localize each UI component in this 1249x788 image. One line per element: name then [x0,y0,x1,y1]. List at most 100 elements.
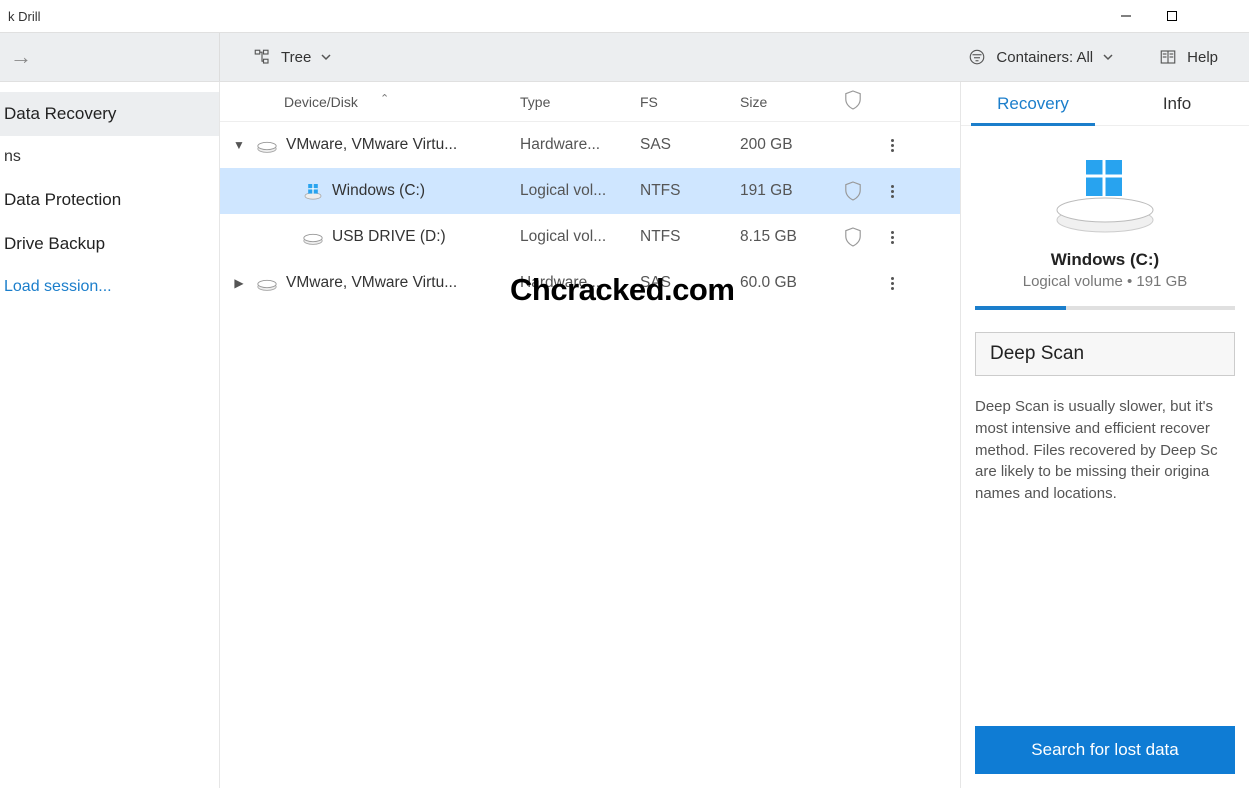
kebab-icon [891,139,894,152]
help-button[interactable]: Help [1146,41,1231,73]
window-title: k Drill [8,9,41,24]
row-menu-button[interactable] [876,231,908,244]
volume-title: Windows (C:) [975,250,1235,270]
sidebar-item-label: ns [4,148,21,165]
cell-size: 60.0 GB [740,274,830,292]
disk-icon [302,230,324,244]
shield-icon [844,227,862,247]
chevron-down-icon [1103,52,1113,62]
tab-label: Info [1163,94,1191,114]
view-mode-label: Tree [281,49,311,66]
toolbar-right: Help [1146,33,1249,81]
col-header-type[interactable]: Type [520,94,640,110]
device-name: VMware, VMware Virtu... [286,136,457,154]
sidebar-item-label: Data Protection [4,190,121,209]
cell-size: 200 GB [740,136,830,154]
titlebar: k Drill [0,0,1249,32]
cell-fs: SAS [640,136,740,154]
help-label: Help [1187,49,1218,66]
cell-device: ▼ VMware, VMware Virtu... [220,136,520,154]
volume-subtitle: Logical volume • 191 GB [975,273,1235,290]
watermark-text: Chcracked.com [510,272,734,308]
help-icon [1159,48,1177,66]
table-row[interactable]: ▼ VMware, VMware Virtu... Hardware...SAS20… [220,122,960,168]
link-label: Load session... [4,278,112,295]
minimize-button[interactable] [1103,0,1149,32]
disk-icon [256,138,278,152]
col-header-shield[interactable] [830,90,876,113]
cell-type: Logical vol... [520,182,640,200]
kebab-icon [891,277,894,290]
usage-bar [975,306,1235,310]
table-row[interactable]: USB DRIVE (D:) Logical vol...NTFS8.15 GB [220,214,960,260]
device-name: USB DRIVE (D:) [332,228,446,246]
cell-shield [830,227,876,247]
device-name: VMware, VMware Virtu... [286,274,457,292]
col-header-fs[interactable]: FS [640,94,740,110]
tab-recovery[interactable]: Recovery [961,82,1105,125]
cell-fs: NTFS [640,228,740,246]
shield-icon [844,90,862,110]
scan-type-selector[interactable]: Deep Scan [975,332,1235,376]
cell-size: 191 GB [740,182,830,200]
workspace: Data Recovery ns Data Protection Drive B… [0,82,1249,788]
cell-size: 8.15 GB [740,228,830,246]
device-list-panel: ⌃ Device/Disk Type FS Size ▼ VMware, VMwa… [220,82,961,788]
sidebar-load-session-link[interactable]: Load session... [0,266,219,308]
col-header-size[interactable]: Size [740,94,830,110]
cell-device: ▶ VMware, VMware Virtu... [220,274,520,292]
toolbar: → Tree Containers: All Help [0,32,1249,82]
sidebar-item-data-recovery[interactable]: Data Recovery [0,92,219,136]
cell-type: Hardware... [520,136,640,154]
right-tabs: Recovery Info [961,82,1249,126]
cell-type: Logical vol... [520,228,640,246]
search-button[interactable]: Search for lost data [975,726,1235,774]
col-header-device[interactable]: ⌃ Device/Disk [220,94,520,110]
col-header-label: FS [640,94,658,110]
search-button-label: Search for lost data [1031,740,1178,759]
col-header-label: Type [520,94,550,110]
shield-icon [844,181,862,201]
volume-illustration [975,150,1235,240]
kebab-icon [891,231,894,244]
maximize-button[interactable] [1149,0,1195,32]
expand-toggle-icon[interactable]: ▼ [230,138,248,152]
view-mode-button[interactable]: Tree [240,41,344,73]
sidebar-item-label: Data Recovery [4,104,116,123]
sidebar-item-label: Drive Backup [4,234,105,253]
sidebar-item-ns[interactable]: ns [0,136,219,178]
table-header: ⌃ Device/Disk Type FS Size [220,82,960,122]
disk-icon [256,276,278,290]
cell-device: Windows (C:) [220,182,520,200]
toolbar-left: → [0,33,220,81]
tab-label: Recovery [997,94,1069,114]
col-header-label: Size [740,94,767,110]
scan-description: Deep Scan is usually slower, but it's mo… [975,396,1235,505]
nav-forward-icon[interactable]: → [10,44,32,70]
toolbar-middle: Tree Containers: All [220,33,1146,81]
sidebar-item-drive-backup[interactable]: Drive Backup [0,222,219,266]
scan-type-label: Deep Scan [990,343,1084,365]
chevron-down-icon [321,52,331,62]
sort-indicator-icon: ⌃ [380,92,389,105]
cell-shield [830,181,876,201]
expand-toggle-icon[interactable]: ▶ [230,276,248,290]
sidebar-item-data-protection[interactable]: Data Protection [0,178,219,222]
containers-filter-button[interactable]: Containers: All [955,41,1126,73]
table-row[interactable]: Windows (C:)Logical vol...NTFS191 GB [220,168,960,214]
cell-device: USB DRIVE (D:) [220,228,520,246]
tab-info[interactable]: Info [1105,82,1249,125]
row-menu-button[interactable] [876,139,908,152]
filter-icon [968,48,986,66]
sidebar: Data Recovery ns Data Protection Drive B… [0,82,220,788]
right-panel: Recovery Info Windows (C:) Logical volum… [961,82,1249,788]
tree-icon [253,48,271,66]
usage-bar-fill [975,306,1066,310]
row-menu-button[interactable] [876,277,908,290]
window-controls [1103,0,1241,32]
windows-volume-icon [302,184,324,198]
col-header-label: Device/Disk [284,94,358,110]
device-name: Windows (C:) [332,182,425,200]
kebab-icon [891,185,894,198]
row-menu-button[interactable] [876,185,908,198]
